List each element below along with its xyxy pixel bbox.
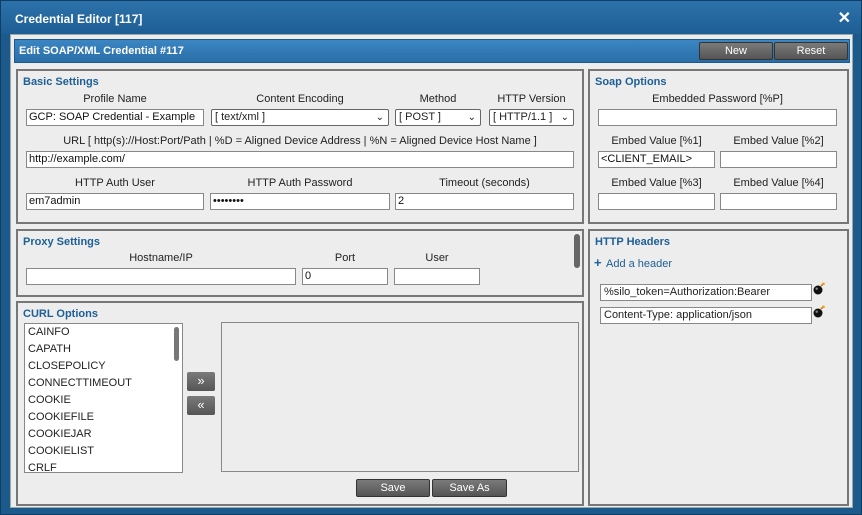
auth-password-label: HTTP Auth Password bbox=[247, 177, 353, 189]
embed-value-4-input[interactable] bbox=[720, 193, 837, 210]
window-titlebar: Credential Editor [117] ✕ bbox=[1, 1, 861, 34]
http-version-value: [ HTTP/1.1 ] bbox=[493, 111, 553, 123]
list-item[interactable]: COOKIEFILE bbox=[25, 409, 182, 426]
basic-settings-panel: Basic Settings Profile Name GCP: SOAP Cr… bbox=[16, 69, 584, 224]
reset-button[interactable]: Reset bbox=[774, 42, 848, 60]
embedded-password-label: Embedded Password [%P] bbox=[652, 93, 783, 105]
auth-user-label: HTTP Auth User bbox=[75, 177, 155, 189]
plus-icon[interactable]: + bbox=[594, 255, 602, 270]
timeout-label: Timeout (seconds) bbox=[439, 177, 530, 189]
remove-option-button[interactable]: « bbox=[187, 396, 215, 415]
port-input[interactable]: 0 bbox=[302, 268, 388, 285]
edit-bar: Edit SOAP/XML Credential #117 New Reset bbox=[14, 39, 850, 63]
content-encoding-label: Content Encoding bbox=[256, 93, 344, 105]
list-item[interactable]: COOKIEJAR bbox=[25, 426, 182, 443]
profile-name-label: Profile Name bbox=[83, 93, 147, 105]
timeout-input[interactable]: 2 bbox=[395, 193, 574, 210]
http-headers-title: HTTP Headers bbox=[595, 236, 670, 248]
close-icon[interactable]: ✕ bbox=[838, 8, 851, 28]
embed-value-3-label: Embed Value [%3] bbox=[611, 177, 702, 189]
bomb-icon[interactable] bbox=[812, 282, 825, 295]
save-button[interactable]: Save bbox=[356, 479, 430, 497]
window-title: Credential Editor [117] bbox=[15, 12, 143, 26]
embed-value-2-label: Embed Value [%2] bbox=[733, 135, 824, 147]
soap-options-title: Soap Options bbox=[595, 76, 667, 88]
http-version-select[interactable]: [ HTTP/1.1 ] ⌄ bbox=[489, 109, 574, 126]
save-as-button[interactable]: Save As bbox=[432, 479, 507, 497]
http-version-label: HTTP Version bbox=[497, 93, 566, 105]
bomb-icon[interactable] bbox=[812, 305, 825, 318]
chevron-down-icon: ⌄ bbox=[467, 112, 476, 123]
header-entry[interactable]: Content-Type: application/json bbox=[600, 307, 812, 324]
add-option-button[interactable]: » bbox=[187, 372, 215, 391]
header-entry[interactable]: %silo_token=Authorization:Bearer bbox=[600, 284, 812, 301]
profile-name-input[interactable]: GCP: SOAP Credential - Example bbox=[26, 109, 204, 126]
list-item[interactable]: CLOSEPOLICY bbox=[25, 358, 182, 375]
content-encoding-select[interactable]: [ text/xml ] ⌄ bbox=[211, 109, 389, 126]
list-scrollbar[interactable] bbox=[174, 327, 179, 361]
add-header-link[interactable]: Add a header bbox=[606, 258, 672, 270]
curl-options-panel: CURL Options CAINFO CAPATH CLOSEPOLICY C… bbox=[16, 301, 584, 506]
embed-value-1-input[interactable]: <CLIENT_EMAIL> bbox=[598, 151, 715, 168]
user-input[interactable] bbox=[394, 268, 480, 285]
list-item[interactable]: CAINFO bbox=[25, 324, 182, 341]
hostname-input[interactable] bbox=[26, 268, 296, 285]
credential-editor-window: Credential Editor [117] ✕ Edit SOAP/XML … bbox=[0, 0, 862, 515]
list-item[interactable]: COOKIELIST bbox=[25, 443, 182, 460]
chevron-down-icon: ⌄ bbox=[560, 112, 569, 123]
embedded-password-input[interactable] bbox=[598, 109, 837, 126]
hostname-label: Hostname/IP bbox=[129, 252, 193, 264]
edit-title: Edit SOAP/XML Credential #117 bbox=[19, 45, 184, 57]
list-item[interactable]: CONNECTTIMEOUT bbox=[25, 375, 182, 392]
selected-options-box[interactable] bbox=[221, 322, 579, 472]
port-label: Port bbox=[334, 252, 356, 264]
embed-value-4-label: Embed Value [%4] bbox=[733, 177, 824, 189]
basic-settings-title: Basic Settings bbox=[23, 76, 99, 88]
url-input[interactable]: http://example.com/ bbox=[26, 151, 574, 168]
embed-value-1-label: Embed Value [%1] bbox=[611, 135, 702, 147]
method-label: Method bbox=[419, 93, 457, 105]
list-item[interactable]: COOKIE bbox=[25, 392, 182, 409]
http-headers-panel: HTTP Headers + Add a header %silo_token=… bbox=[588, 229, 849, 506]
method-select[interactable]: [ POST ] ⌄ bbox=[395, 109, 481, 126]
proxy-scrollbar[interactable] bbox=[574, 234, 580, 268]
method-value: [ POST ] bbox=[399, 111, 441, 123]
curl-options-title: CURL Options bbox=[23, 308, 98, 320]
content-encoding-value: [ text/xml ] bbox=[215, 111, 266, 123]
embed-value-2-input[interactable] bbox=[720, 151, 837, 168]
list-item[interactable]: CAPATH bbox=[25, 341, 182, 358]
soap-options-panel: Soap Options Embedded Password [%P] Embe… bbox=[588, 69, 849, 224]
url-label: URL [ http(s)://Host:Port/Path | %D = Al… bbox=[63, 135, 537, 147]
proxy-settings-title: Proxy Settings bbox=[23, 236, 101, 248]
proxy-settings-panel: Proxy Settings Hostname/IP Port 0 User bbox=[16, 229, 584, 297]
user-label: User bbox=[425, 252, 449, 264]
list-item[interactable]: CRLF bbox=[25, 460, 182, 472]
curl-options-list[interactable]: CAINFO CAPATH CLOSEPOLICY CONNECTTIMEOUT… bbox=[24, 323, 183, 473]
auth-user-input[interactable]: em7admin bbox=[26, 193, 204, 210]
editor-content: Edit SOAP/XML Credential #117 New Reset … bbox=[10, 34, 853, 508]
auth-password-input[interactable]: •••••••• bbox=[210, 193, 390, 210]
chevron-down-icon: ⌄ bbox=[375, 112, 384, 123]
new-button[interactable]: New bbox=[699, 42, 773, 60]
embed-value-3-input[interactable] bbox=[598, 193, 715, 210]
